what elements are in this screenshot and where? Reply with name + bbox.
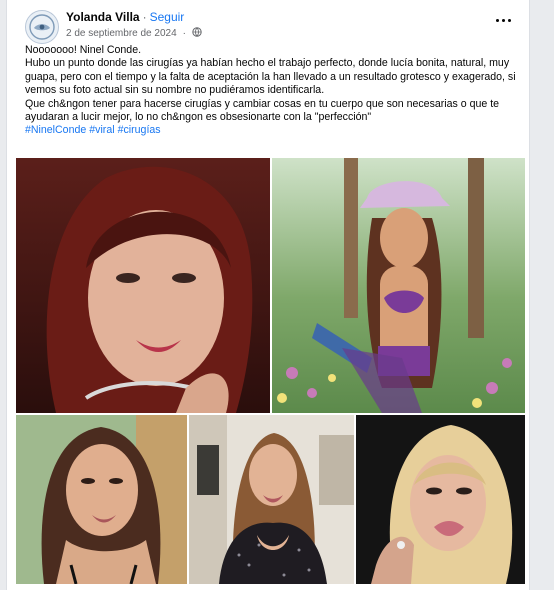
post-meta: 2 de septiembre de 2024 ·: [66, 27, 202, 40]
globe-icon: [192, 27, 202, 40]
hashtag-link[interactable]: #viral: [89, 124, 114, 136]
photo-3[interactable]: [16, 415, 187, 584]
post-text-line: Que ch&ngon tener para hacerse cirugías …: [25, 97, 500, 124]
hashtag-link[interactable]: #NinelConde: [25, 124, 86, 136]
post-date[interactable]: 2 de septiembre de 2024: [66, 28, 177, 39]
photo-5[interactable]: [356, 415, 525, 584]
post-text: Nooooooo! Ninel Conde. Hubo un punto don…: [25, 44, 517, 138]
photo-1[interactable]: [16, 158, 270, 413]
post-card: Yolanda Villa · Seguir 2 de septiembre de …: [6, 0, 530, 590]
meta-separator-dot: ·: [182, 28, 186, 39]
hashtags: #NinelConde #viral #cirugías: [25, 124, 517, 137]
follow-button[interactable]: Seguir: [150, 10, 185, 24]
post-text-line: Nooooooo! Ninel Conde.: [25, 44, 142, 56]
more-options-icon[interactable]: [489, 10, 517, 30]
hashtag-link[interactable]: #cirugías: [118, 124, 161, 136]
photo-4[interactable]: [189, 415, 354, 584]
author-name[interactable]: Yolanda Villa: [66, 10, 140, 24]
avatar-image: [26, 11, 58, 43]
author-avatar[interactable]: [25, 10, 59, 44]
post-text-line: Hubo un punto donde las cirugías ya habí…: [25, 57, 516, 97]
separator-dot: ·: [142, 10, 147, 24]
author-line: Yolanda Villa · Seguir: [66, 10, 184, 24]
photo-2[interactable]: [272, 158, 525, 413]
